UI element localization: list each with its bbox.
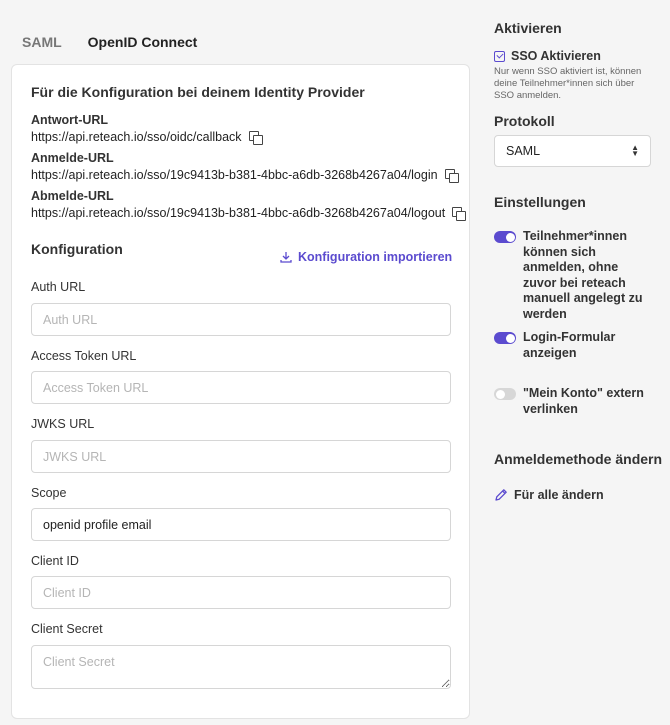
- protocol-tabs: SAML OpenID Connect: [22, 34, 197, 50]
- sso-activate-label: SSO Aktivieren: [511, 49, 601, 63]
- self-registration-label: Teilnehmer*innen können sich anmelden, o…: [523, 229, 643, 321]
- access-token-url-input[interactable]: [31, 371, 451, 404]
- protocol-select-value: SAML: [506, 144, 541, 158]
- external-account-setting: "Mein Konto" extern verlinken: [494, 386, 651, 417]
- pencil-icon: [495, 489, 507, 501]
- login-url-value: https://api.reteach.io/sso/19c9413b-b381…: [31, 168, 438, 182]
- import-configuration-label: Konfiguration importieren: [298, 250, 453, 264]
- client-id-label: Client ID: [31, 554, 79, 568]
- jwks-url-input[interactable]: [31, 440, 451, 473]
- change-for-all-label: Für alle ändern: [514, 488, 604, 502]
- external-account-toggle[interactable]: [494, 388, 516, 400]
- client-id-input[interactable]: [31, 576, 451, 609]
- access-token-url-label: Access Token URL: [31, 349, 137, 363]
- toggle-knob: [505, 232, 515, 242]
- login-form-toggle[interactable]: [494, 332, 516, 344]
- copy-icon[interactable]: [248, 130, 263, 145]
- external-account-label: "Mein Konto" extern verlinken: [523, 386, 644, 416]
- auth-url-input[interactable]: [31, 303, 451, 336]
- reply-url-block: Antwort-URL https://api.reteach.io/sso/o…: [31, 113, 263, 145]
- anmeldemethode-heading: Anmeldemethode ändern: [494, 451, 663, 467]
- logout-url-value: https://api.reteach.io/sso/19c9413b-b381…: [31, 206, 446, 220]
- change-for-all-button[interactable]: Für alle ändern: [494, 488, 604, 502]
- jwks-url-label: JWKS URL: [31, 417, 95, 431]
- login-url-row: https://api.reteach.io/sso/19c9413b-b381…: [31, 168, 459, 183]
- import-configuration-button[interactable]: Konfiguration importieren: [280, 250, 452, 264]
- toggle-knob: [495, 389, 505, 399]
- self-registration-toggle[interactable]: [494, 231, 516, 243]
- protocol-select[interactable]: SAML ▲ ▼: [494, 135, 651, 167]
- scope-input[interactable]: [31, 508, 451, 541]
- konfiguration-heading: Konfiguration: [31, 241, 123, 257]
- logout-url-row: https://api.reteach.io/sso/19c9413b-b381…: [31, 206, 467, 221]
- reply-url-row: https://api.reteach.io/sso/oidc/callback: [31, 130, 263, 145]
- client-secret-input[interactable]: [31, 645, 451, 689]
- tab-saml[interactable]: SAML: [22, 34, 62, 50]
- reply-url-value: https://api.reteach.io/sso/oidc/callback: [31, 130, 242, 144]
- tab-openid-connect[interactable]: OpenID Connect: [88, 34, 198, 50]
- logout-url-block: Abmelde-URL https://api.reteach.io/sso/1…: [31, 189, 467, 221]
- protokoll-heading: Protokoll: [494, 113, 555, 129]
- idp-heading: Für die Konfiguration bei deinem Identit…: [31, 84, 365, 100]
- login-url-block: Anmelde-URL https://api.reteach.io/sso/1…: [31, 151, 459, 183]
- aktivieren-heading: Aktivieren: [494, 20, 562, 36]
- sso-activate-row[interactable]: SSO Aktivieren: [494, 49, 601, 63]
- sso-note: Nur wenn SSO aktiviert ist, können deine…: [494, 66, 642, 101]
- logout-url-label: Abmelde-URL: [31, 189, 114, 203]
- scope-label: Scope: [31, 486, 67, 500]
- select-caret-icon: ▲ ▼: [631, 143, 639, 158]
- self-registration-setting: Teilnehmer*innen können sich anmelden, o…: [494, 229, 651, 322]
- client-secret-label: Client Secret: [31, 622, 103, 636]
- configuration-card: Für die Konfiguration bei deinem Identit…: [11, 64, 470, 719]
- login-form-setting: Login-Formular anzeigen: [494, 330, 651, 361]
- login-url-label: Anmelde-URL: [31, 151, 114, 165]
- download-icon: [280, 252, 292, 263]
- copy-icon[interactable]: [444, 168, 459, 183]
- copy-icon[interactable]: [452, 206, 467, 221]
- auth-url-label: Auth URL: [31, 280, 86, 294]
- einstellungen-heading: Einstellungen: [494, 194, 586, 210]
- sso-activate-checkbox[interactable]: [494, 50, 505, 62]
- login-form-label: Login-Formular anzeigen: [523, 330, 616, 360]
- reply-url-label: Antwort-URL: [31, 113, 109, 127]
- toggle-knob: [505, 333, 515, 343]
